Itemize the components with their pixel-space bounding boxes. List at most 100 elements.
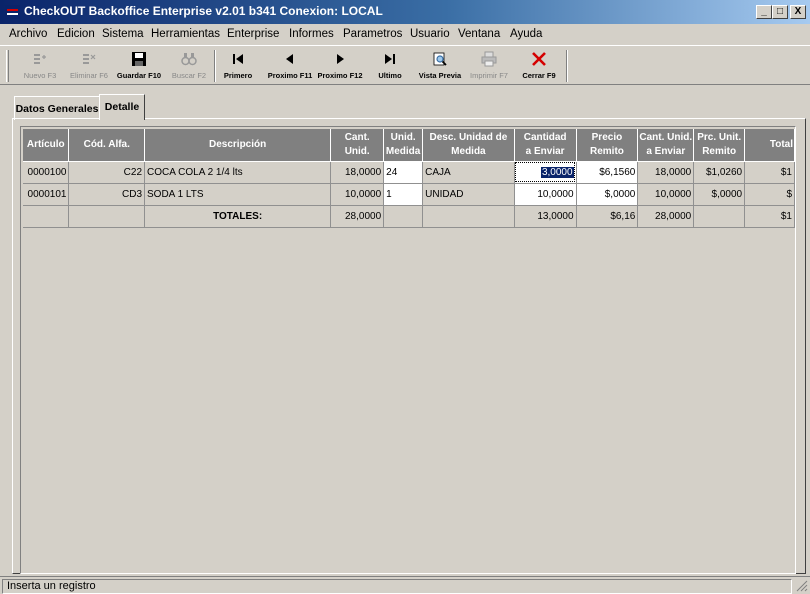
window-title: CheckOUT Backoffice Enterprise v2.01 b34… <box>24 4 383 18</box>
total-cant-unid-enviar: 28,0000 <box>637 205 695 228</box>
print-preview-button[interactable]: Vista Previa <box>416 49 464 83</box>
menu-sistema[interactable]: Sistema <box>102 28 144 40</box>
cell-descripcion[interactable]: COCA COLA 2 1/4 lts <box>144 161 332 184</box>
col-header-descripcion[interactable]: Descripción <box>144 129 332 162</box>
cell-cant-unid[interactable]: 10,0000 <box>330 183 385 206</box>
cell-desc-unidad[interactable]: CAJA <box>422 161 515 184</box>
printer-icon <box>481 51 497 67</box>
cell-cod-alfa[interactable]: CD3 <box>68 183 146 206</box>
cell-cant-unid-enviar[interactable]: 10,0000 <box>637 183 695 206</box>
cell-total[interactable]: $ <box>744 183 795 206</box>
header-text: Medida <box>385 145 421 157</box>
cell-desc-unidad[interactable]: UNIDAD <box>422 183 515 206</box>
menu-ventana[interactable]: Ventana <box>458 28 500 40</box>
grid-header-row: Artículo Cód. Alfa. Descripción Cant. Uni… <box>23 129 795 162</box>
menu-enterprise[interactable]: Enterprise <box>227 28 279 40</box>
table-row[interactable]: 0000101 CD3 SODA 1 LTS 10,0000 1 UNIDAD … <box>23 183 795 206</box>
header-text: Remito <box>702 145 737 157</box>
cell-articulo[interactable]: 0000100 <box>23 161 70 184</box>
delete-button[interactable]: Eliminar F6 <box>64 49 114 83</box>
next-arrow-icon <box>337 54 344 64</box>
total-cantidad-enviar: 13,0000 <box>514 205 577 228</box>
delete-label: Eliminar F6 <box>70 71 108 80</box>
cell-unid-medida[interactable]: 1 <box>383 183 424 206</box>
header-text: Total <box>769 138 793 150</box>
detail-table: Artículo Cód. Alfa. Descripción Cant. Uni… <box>23 129 795 228</box>
close-x-icon <box>532 52 546 66</box>
previous-arrow-icon <box>286 54 293 64</box>
cell-empty <box>383 205 424 228</box>
print-button[interactable]: Imprimir F7 <box>466 49 512 83</box>
total-total: $1 <box>744 205 795 228</box>
tab-datos-generales[interactable]: Datos Generales <box>14 96 100 120</box>
last-button[interactable]: Ultimo <box>370 49 410 83</box>
last-label: Ultimo <box>378 71 402 80</box>
menu-ayuda[interactable]: Ayuda <box>510 28 542 40</box>
app-icon <box>5 5 20 19</box>
header-text: Cód. Alfa. <box>83 138 130 150</box>
col-header-cant-unid[interactable]: Cant. Unid. <box>330 129 385 162</box>
col-header-prc-unit-remito[interactable]: Prc. Unit. Remito <box>693 129 746 162</box>
header-text: Artículo <box>26 138 65 150</box>
cell-unid-medida[interactable]: 24 <box>383 161 424 184</box>
header-text: Desc. Unidad de <box>429 131 508 143</box>
menu-herramientas[interactable]: Herramientas <box>151 28 220 40</box>
search-label: Buscar F2 <box>171 71 207 80</box>
detail-grid[interactable]: Artículo Cód. Alfa. Descripción Cant. Uni… <box>20 126 796 574</box>
tab-detalle[interactable]: Detalle <box>99 94 145 120</box>
close-label: Cerrar F9 <box>522 71 556 80</box>
cell-total[interactable]: $1 <box>744 161 795 184</box>
cell-cant-unid-enviar[interactable]: 18,0000 <box>637 161 695 184</box>
resize-grip-icon[interactable] <box>796 580 808 592</box>
first-label: Primero <box>223 71 253 80</box>
cell-prc-unit-remito[interactable]: $1,0260 <box>693 161 746 184</box>
print-preview-icon <box>433 52 447 66</box>
next-label: Proximo F12 <box>317 71 363 80</box>
col-header-cantidad-enviar[interactable]: Cantidad a Enviar <box>514 129 577 162</box>
col-header-unid-medida[interactable]: Unid. Medida <box>383 129 424 162</box>
menu-parametros[interactable]: Parametros <box>343 28 402 40</box>
menu-edicion[interactable]: Edicion <box>57 28 95 40</box>
toolbar-grip[interactable] <box>6 50 9 82</box>
header-text: Precio <box>591 131 623 143</box>
close-button[interactable]: Cerrar F9 <box>518 49 560 83</box>
header-text: Prc. Unit. <box>697 131 742 143</box>
table-row[interactable]: 0000100 C22 COCA COLA 2 1/4 lts 18,0000 … <box>23 161 795 184</box>
cell-descripcion[interactable]: SODA 1 LTS <box>144 183 332 206</box>
cell-cod-alfa[interactable]: C22 <box>68 161 146 184</box>
close-window-button[interactable]: X <box>790 5 806 19</box>
cell-prc-unit-remito[interactable]: $,0000 <box>693 183 746 206</box>
menu-archivo[interactable]: Archivo <box>9 28 47 40</box>
col-header-desc-unidad-medida[interactable]: Desc. Unidad de Medida <box>422 129 515 162</box>
search-button[interactable]: Buscar F2 <box>166 49 212 83</box>
cell-precio-remito[interactable]: $6,1560 <box>576 161 639 184</box>
cell-cantidad-enviar[interactable]: 10,0000 <box>514 183 577 206</box>
selected-cell-text[interactable]: 3,0000 <box>540 166 574 178</box>
new-button[interactable]: Nuevo F3 <box>16 49 64 83</box>
maximize-button[interactable]: □ <box>772 5 788 19</box>
minimize-button[interactable]: _ <box>756 5 772 19</box>
header-text: Unid. <box>390 131 416 143</box>
cell-articulo[interactable]: 0000101 <box>23 183 70 206</box>
cell-cant-unid[interactable]: 18,0000 <box>330 161 385 184</box>
status-text: Inserta un registro <box>2 579 792 594</box>
totals-row: TOTALES: 28,0000 13,0000 $6,16 28,0000 $… <box>23 205 795 228</box>
first-button[interactable]: Primero <box>218 49 258 83</box>
print-label: Imprimir F7 <box>470 71 508 80</box>
col-header-cant-unid-enviar[interactable]: Cant. Unid. a Enviar <box>637 129 695 162</box>
cell-cantidad-enviar-active[interactable]: 3,0000 <box>514 161 577 184</box>
col-header-precio-remito[interactable]: Precio Remito <box>576 129 639 162</box>
menu-informes[interactable]: Informes <box>289 28 334 40</box>
menu-bar: Archivo Edicion Sistema Herramientas Ent… <box>0 24 810 46</box>
header-text: Medida <box>451 145 486 157</box>
next-button[interactable]: Proximo F12 <box>316 49 364 83</box>
save-button[interactable]: Guardar F10 <box>114 49 164 83</box>
menu-usuario[interactable]: Usuario <box>410 28 450 40</box>
col-header-total[interactable]: Total <box>744 129 795 162</box>
cell-precio-remito[interactable]: $,0000 <box>576 183 639 206</box>
col-header-cod-alfa[interactable]: Cód. Alfa. <box>68 129 146 162</box>
previous-button[interactable]: Proximo F11 <box>264 49 316 83</box>
header-text: a Enviar <box>646 145 686 157</box>
col-header-articulo[interactable]: Artículo <box>23 129 70 162</box>
cell-empty <box>693 205 746 228</box>
